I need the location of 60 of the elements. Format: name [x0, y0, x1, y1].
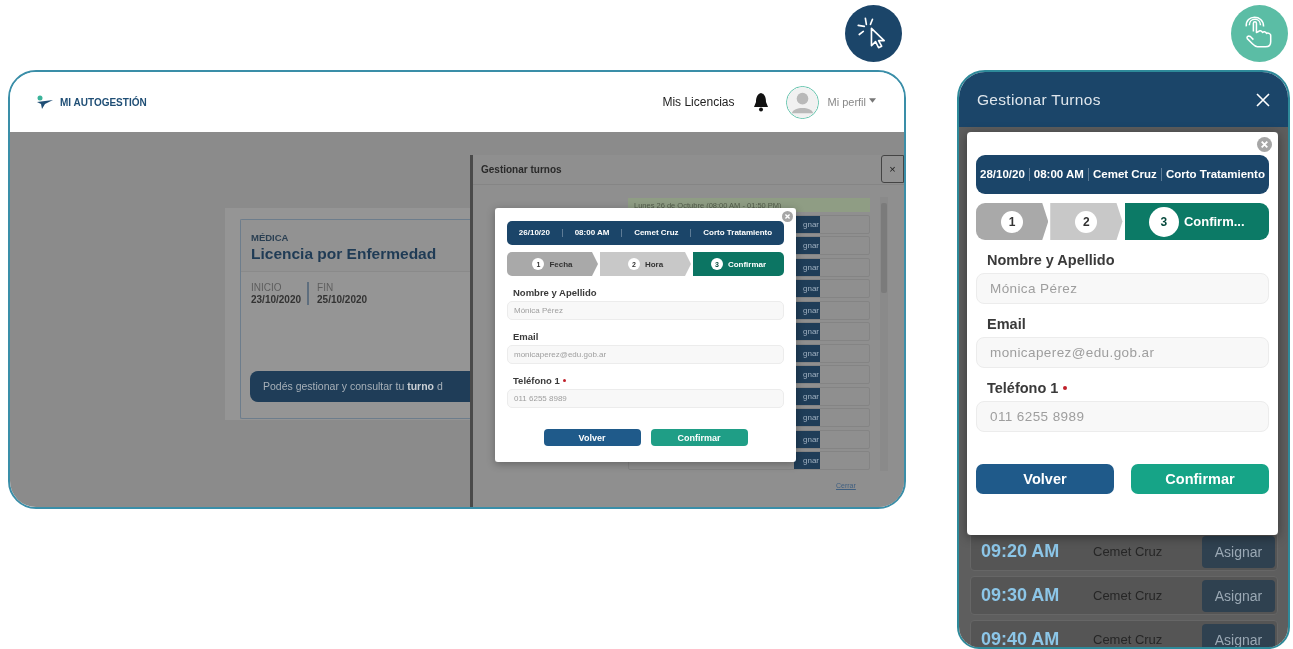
assign-button[interactable]: gnar [794, 430, 820, 448]
field-label: Nombre y Apellido [513, 287, 597, 298]
panel-title: Gestionar turnos [481, 164, 562, 175]
confirm-button[interactable]: Confirmar [650, 429, 748, 446]
back-button[interactable]: Volver [543, 429, 641, 446]
cursor-click-icon [845, 4, 902, 62]
bell-icon[interactable] [752, 92, 771, 112]
assign-button[interactable]: gnar [794, 215, 820, 233]
assign-button[interactable]: gnar [794, 280, 820, 297]
step-number: 2 [1075, 210, 1098, 233]
profile-menu[interactable]: Mi perfil [827, 96, 866, 108]
avatar-icon[interactable] [786, 85, 820, 119]
assign-button[interactable]: gnar [794, 387, 820, 405]
step-tab[interactable]: 1 [976, 203, 1049, 240]
summary-item: 28/10/20 [979, 168, 1026, 181]
assign-button[interactable]: gnar [794, 344, 820, 362]
license-category: MÉDICA [251, 232, 290, 243]
summary-item: 26/10/20 [517, 228, 551, 238]
date-value: 25/10/2020 [317, 294, 368, 305]
assign-button[interactable]: gnar [794, 323, 820, 340]
assign-button[interactable]: gnar [794, 258, 820, 276]
close-icon[interactable] [1256, 92, 1270, 107]
logo-icon [36, 95, 54, 109]
caret-icon[interactable] [869, 97, 876, 103]
summary-item: Corto Tratamiento [1160, 168, 1269, 181]
slot-time: 09:40 AM [981, 629, 1061, 647]
date-value: 23/10/2020 [251, 294, 302, 305]
slot-time: 09:30 AM [981, 585, 1061, 606]
assign-button[interactable]: Asignar [1202, 535, 1275, 568]
assign-button[interactable]: gnar [794, 301, 820, 319]
field-label: Teléfono 1 [987, 380, 1059, 396]
assign-button[interactable]: gnar [794, 237, 820, 254]
step-number: 1 [1001, 210, 1024, 233]
summary-item: 08:00 AM [1028, 168, 1088, 181]
back-button[interactable]: Volver [976, 464, 1114, 494]
nav-link[interactable]: Mis Licencias [662, 95, 735, 109]
notice-banner: Podés gestionar y consultar tu turno d [250, 371, 470, 402]
summary-item: Cemet Cruz [621, 228, 691, 238]
slot-time: 09:20 AM [981, 541, 1061, 562]
field-label: Nombre y Apellido [987, 252, 1115, 268]
assign-button[interactable]: gnar [794, 452, 820, 469]
logo-text: MI AUTOGESTIÓN [60, 96, 147, 108]
confirm-button[interactable]: Confirmar [1131, 464, 1269, 494]
hand-pointer-icon [1231, 4, 1288, 62]
field-label: Email [987, 316, 1026, 332]
assign-button[interactable]: gnar [794, 366, 820, 383]
step-tab[interactable]: 3 Confirm... [1124, 203, 1269, 240]
license-title: Licencia por Enfermedad [251, 245, 438, 263]
summary-item: 08:00 AM [561, 228, 622, 238]
step-tab[interactable]: 2 [1050, 203, 1123, 240]
summary-item: Cemet Cruz [1087, 168, 1161, 181]
close-button[interactable]: × [881, 155, 904, 183]
field-label: Teléfono 1 [513, 375, 560, 386]
assign-button[interactable]: Asignar [1202, 579, 1275, 612]
assign-button[interactable]: Asignar [1202, 623, 1275, 647]
mobile-title: Gestionar Turnos [977, 90, 1101, 109]
field-label: Email [513, 331, 539, 342]
assign-button[interactable]: gnar [794, 409, 820, 426]
step-number: 3 [1148, 206, 1179, 237]
summary-item: Corto Tratamiento [690, 228, 784, 238]
